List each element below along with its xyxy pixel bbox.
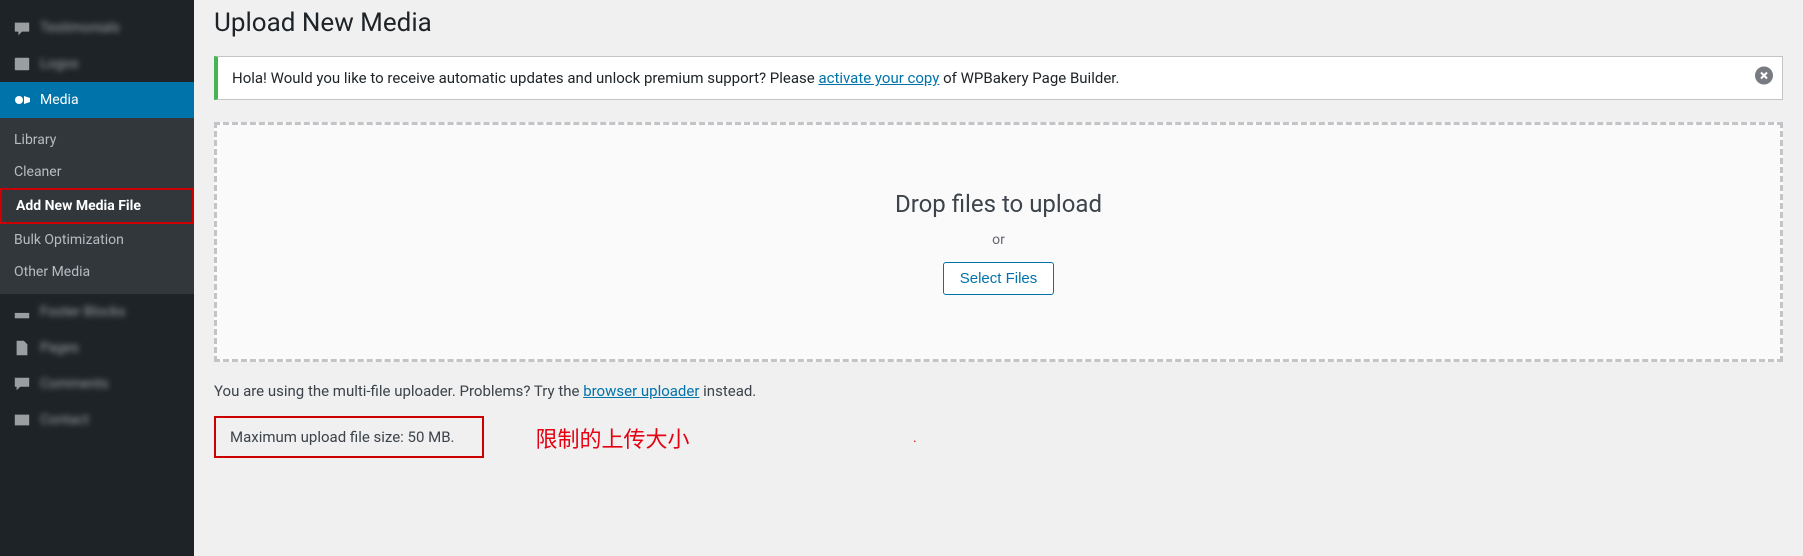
sidebar-item-testimonials[interactable]: Testimonials	[0, 10, 194, 46]
sidebar-item-label: Media	[40, 92, 79, 108]
dismiss-icon[interactable]	[1754, 66, 1774, 91]
upload-dropzone[interactable]: Drop files to upload or Select Files	[214, 122, 1783, 362]
submenu-item-add-new[interactable]: Add New Media File	[0, 188, 194, 224]
comment-icon	[12, 374, 32, 394]
sidebar-item-label: Pages	[40, 340, 79, 356]
max-upload-size: Maximum upload file size: 50 MB.	[214, 416, 484, 458]
browser-uploader-link[interactable]: browser uploader	[583, 382, 699, 400]
admin-sidebar: Testimonials Logos Media Library Cleaner…	[0, 0, 194, 556]
admin-notice: Hola! Would you like to receive automati…	[214, 56, 1783, 100]
help-after: instead.	[699, 382, 756, 400]
annotation-dot: .	[913, 430, 917, 446]
sidebar-item-label: Contact	[40, 412, 89, 428]
sidebar-item-contact[interactable]: Contact	[0, 402, 194, 438]
notice-text-after: of WPBakery Page Builder.	[939, 69, 1119, 87]
help-before: You are using the multi-file uploader. P…	[214, 382, 583, 400]
select-files-button[interactable]: Select Files	[943, 262, 1055, 295]
drop-instruction: Drop files to upload	[895, 190, 1102, 218]
notice-text-before: Hola! Would you like to receive automati…	[232, 69, 818, 87]
sidebar-item-label: Comments	[40, 376, 109, 392]
activate-link[interactable]: activate your copy	[818, 69, 939, 87]
sidebar-item-logos[interactable]: Logos	[0, 46, 194, 82]
sidebar-item-label: Footer Blocks	[40, 304, 126, 320]
uploader-help-text: You are using the multi-file uploader. P…	[214, 382, 1783, 400]
sidebar-item-media[interactable]: Media	[0, 82, 194, 118]
media-icon	[12, 90, 32, 110]
sidebar-item-label: Testimonials	[40, 20, 120, 36]
submenu-item-cleaner[interactable]: Cleaner	[0, 156, 194, 188]
main-content: Upload New Media Hola! Would you like to…	[194, 0, 1803, 556]
sidebar-item-comments[interactable]: Comments	[0, 366, 194, 402]
media-submenu: Library Cleaner Add New Media File Bulk …	[0, 118, 194, 294]
page-title: Upload New Media	[214, 8, 1783, 38]
sidebar-item-label: Logos	[40, 56, 79, 72]
sidebar-item-pages[interactable]: Pages	[0, 330, 194, 366]
sidebar-item-footer-blocks[interactable]: Footer Blocks	[0, 294, 194, 330]
chat-icon	[12, 18, 32, 38]
mail-icon	[12, 410, 32, 430]
submenu-item-other-media[interactable]: Other Media	[0, 256, 194, 288]
block-icon	[12, 302, 32, 322]
or-separator: or	[992, 232, 1005, 248]
annotation-label: 限制的上传大小	[535, 422, 689, 454]
submenu-item-library[interactable]: Library	[0, 124, 194, 156]
page-icon	[12, 338, 32, 358]
submenu-item-bulk-opt[interactable]: Bulk Optimization	[0, 224, 194, 256]
image-icon	[12, 54, 32, 74]
